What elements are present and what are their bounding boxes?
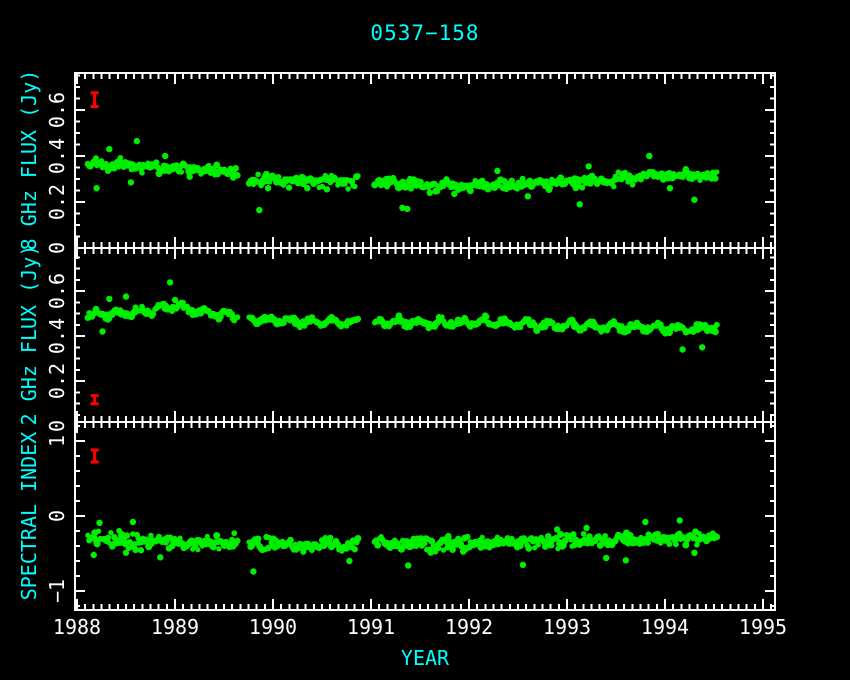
error-bar-bottom	[91, 450, 99, 462]
y-tick-label: 1	[45, 435, 69, 447]
x-tick-label: 1990	[249, 615, 297, 639]
y-tick-label: −1	[45, 579, 69, 603]
y-tick-label: 0.2	[45, 184, 69, 220]
y-tick-label: 0.2	[45, 363, 69, 399]
y-tick-label: 0	[45, 420, 69, 432]
y-axis-title-8ghz: 8 GHz FLUX (Jy)	[17, 70, 41, 251]
scatter-series-top	[85, 138, 720, 213]
error-bar-top	[91, 93, 99, 107]
flux-time-series-plot	[0, 0, 850, 680]
y-tick-label: 0.4	[45, 318, 69, 354]
x-tick-label: 1994	[641, 615, 689, 639]
scatter-series-bottom	[85, 517, 720, 574]
x-tick-label: 1992	[445, 615, 493, 639]
y-tick-label: 0.6	[45, 92, 69, 128]
y-tick-label: 0	[45, 242, 69, 254]
y-tick-label: 0.6	[45, 273, 69, 309]
error-bar-middle	[91, 396, 99, 404]
y-axis-title-2ghz: 2 GHz FLUX (Jy)	[17, 245, 41, 426]
x-tick-label: 1991	[347, 615, 395, 639]
y-axis-title-spectral-index: SPECTRAL INDEX	[17, 432, 41, 601]
y-tick-label: 0	[45, 510, 69, 522]
x-tick-label: 1988	[53, 615, 101, 639]
scatter-series-middle	[85, 279, 720, 353]
x-tick-label: 1989	[151, 615, 199, 639]
x-tick-label: 1995	[739, 615, 787, 639]
x-axis-title: YEAR	[401, 646, 449, 670]
x-tick-label: 1993	[543, 615, 591, 639]
y-tick-label: 0.4	[45, 138, 69, 174]
plot-page: 0537−158 00.20.40.600.20.40.6−1011988198…	[0, 0, 850, 680]
